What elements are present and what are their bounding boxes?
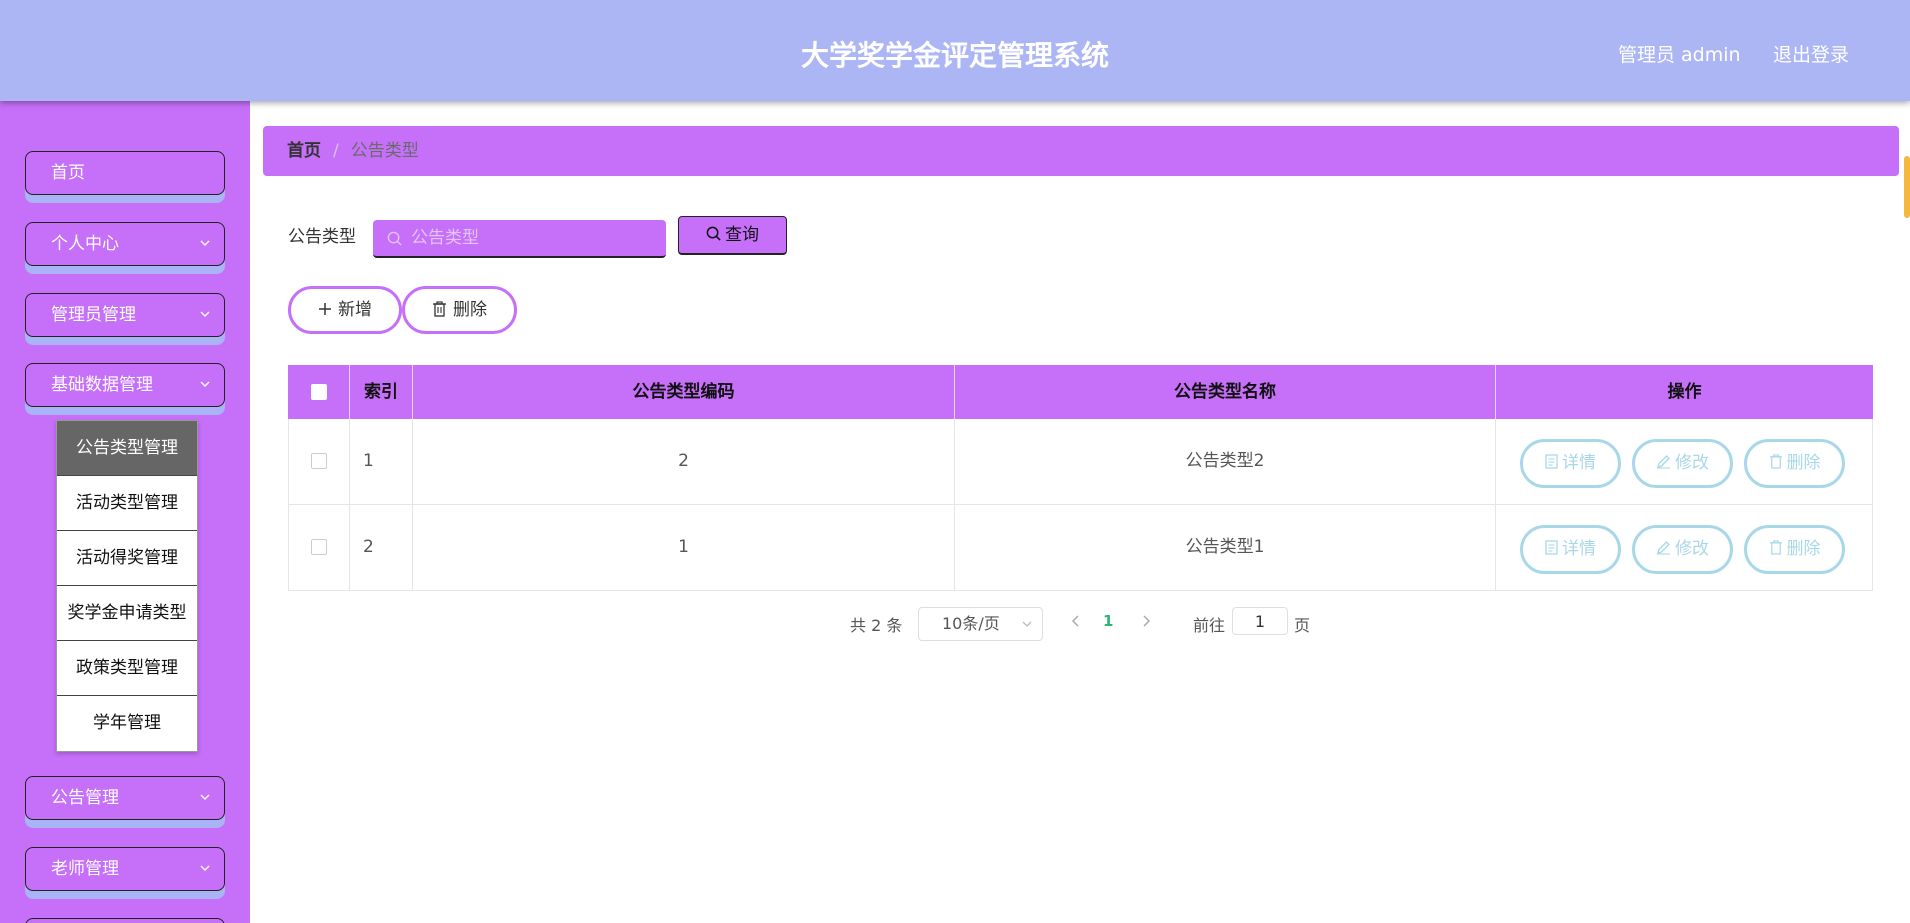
sidebar-item-label: 基础数据管理 <box>51 375 153 395</box>
row-actions-cell: 详情 修改 删除 <box>1496 505 1872 590</box>
delete-button[interactable]: 删除 <box>1744 525 1845 574</box>
breadcrumb-separator: / <box>333 141 339 161</box>
pagination-page-current[interactable]: 1 <box>1103 612 1113 630</box>
scrollbar-thumb[interactable] <box>1904 156 1910 218</box>
submenu-item-notice-type[interactable]: 公告类型管理 <box>57 421 197 476</box>
sidebar-item-label: 首页 <box>51 163 85 183</box>
breadcrumb-home-link[interactable]: 首页 <box>287 141 321 161</box>
plus-icon <box>319 302 331 315</box>
select-all-checkbox[interactable] <box>310 384 327 400</box>
document-icon <box>1545 540 1558 555</box>
table-row: 1 2 公告类型2 详情 修改 删除 <box>288 419 1873 505</box>
add-button-label: 新增 <box>338 300 372 320</box>
breadcrumb-current: 公告类型 <box>350 141 419 161</box>
search-input[interactable] <box>411 220 656 256</box>
sidebar-item-label: 公告管理 <box>51 788 119 808</box>
page-size-value: 10条/页 <box>942 614 1000 633</box>
submenu-item-activity-type[interactable]: 活动类型管理 <box>57 476 197 531</box>
sidebar-item-basic-data-management[interactable]: 基础数据管理 <box>25 363 225 407</box>
logout-button[interactable]: 退出登录 <box>1773 40 1849 67</box>
chevron-down-icon <box>1022 621 1032 627</box>
pagination-page-unit: 页 <box>1294 616 1311 635</box>
notice-type-table: 索引 公告类型编码 公告类型名称 操作 1 2 公告类型2 详情 修改 删除 2… <box>288 365 1873 591</box>
sidebar-item-label: 个人中心 <box>51 234 119 254</box>
detail-button[interactable]: 详情 <box>1520 525 1621 574</box>
row-index: 2 <box>350 505 413 590</box>
sidebar-item-label: 管理员管理 <box>51 305 136 325</box>
row-index: 1 <box>350 419 413 504</box>
column-header-name: 公告类型名称 <box>955 365 1496 419</box>
trash-icon <box>1769 454 1782 469</box>
delete-button-label: 删除 <box>1786 539 1821 559</box>
column-header-index: 索引 <box>350 365 413 419</box>
admin-label: 管理员 admin <box>1618 44 1741 66</box>
detail-button[interactable]: 详情 <box>1520 439 1621 488</box>
pagination-goto-input[interactable] <box>1232 607 1288 635</box>
pencil-icon <box>1657 455 1670 469</box>
sidebar-item-notice-management[interactable]: 公告管理 <box>25 776 225 820</box>
submenu-item-activity-award[interactable]: 活动得奖管理 <box>57 531 197 586</box>
search-label: 公告类型 <box>288 227 356 247</box>
sidebar-item-home[interactable]: 首页 <box>25 151 225 195</box>
row-actions-cell: 详情 修改 删除 <box>1496 419 1872 504</box>
table-row: 2 1 公告类型1 详情 修改 删除 <box>288 505 1873 591</box>
edit-button-label: 修改 <box>1675 539 1709 559</box>
add-button[interactable]: 新增 <box>288 286 402 334</box>
sidebar-item-personal-center[interactable]: 个人中心 <box>25 222 225 266</box>
submenu-item-academic-year[interactable]: 学年管理 <box>57 696 197 751</box>
sidebar-item-more[interactable] <box>25 918 225 923</box>
row-select-cell <box>289 419 350 504</box>
query-button-label: 查询 <box>725 225 759 245</box>
pagination-goto-label: 前往 <box>1193 616 1226 635</box>
row-checkbox[interactable] <box>311 539 327 555</box>
chevron-down-icon <box>200 794 210 800</box>
edit-button[interactable]: 修改 <box>1632 525 1733 574</box>
trash-icon <box>433 300 446 317</box>
detail-button-label: 详情 <box>1562 453 1596 473</box>
row-checkbox[interactable] <box>311 453 327 469</box>
chevron-down-icon <box>200 311 210 317</box>
basic-data-submenu: 公告类型管理 活动类型管理 活动得奖管理 奖学金申请类型 政策类型管理 学年管理 <box>56 420 198 752</box>
chevron-down-icon <box>200 865 210 871</box>
pencil-icon <box>1657 541 1670 555</box>
chevron-down-icon <box>200 381 210 387</box>
app-root: 大学奖学金评定管理系统 管理员 admin 退出登录 首页 个人中心 管理员管理… <box>0 0 1910 923</box>
delete-button-label: 删除 <box>1786 453 1821 473</box>
sidebar-item-teacher-management[interactable]: 老师管理 <box>25 847 225 891</box>
table-header: 索引 公告类型编码 公告类型名称 操作 <box>288 365 1873 419</box>
submenu-item-scholarship-application-type[interactable]: 奖学金申请类型 <box>57 586 197 641</box>
row-name: 公告类型1 <box>955 505 1496 590</box>
breadcrumb: 首页 / 公告类型 <box>263 126 1899 176</box>
query-button[interactable]: 查询 <box>678 216 787 255</box>
page-size-select[interactable]: 10条/页 <box>918 607 1043 641</box>
sidebar: 首页 个人中心 管理员管理 基础数据管理 公告类型管理 活动类型管理 活动得奖管… <box>0 101 250 923</box>
delete-button[interactable]: 删除 <box>1744 439 1845 488</box>
row-code: 1 <box>413 505 955 590</box>
select-all-cell <box>288 365 350 419</box>
row-select-cell <box>289 505 350 590</box>
chevron-down-icon <box>200 240 210 246</box>
search-input-wrapper <box>373 220 666 258</box>
document-icon <box>1545 454 1558 469</box>
submenu-item-policy-type[interactable]: 政策类型管理 <box>57 641 197 696</box>
trash-icon <box>1769 540 1782 555</box>
row-name: 公告类型2 <box>955 419 1496 504</box>
search-icon <box>387 231 402 246</box>
sidebar-item-admin-management[interactable]: 管理员管理 <box>25 293 225 337</box>
pagination-total: 共 2 条 <box>850 616 903 635</box>
column-header-code: 公告类型编码 <box>413 365 955 419</box>
chevron-left-icon[interactable] <box>1068 611 1082 631</box>
detail-button-label: 详情 <box>1562 539 1596 559</box>
batch-delete-button-label: 删除 <box>453 300 487 320</box>
chevron-right-icon[interactable] <box>1140 611 1154 631</box>
column-header-actions: 操作 <box>1667 382 1702 402</box>
edit-button-label: 修改 <box>1675 453 1709 473</box>
edit-button[interactable]: 修改 <box>1632 439 1733 488</box>
search-icon <box>706 226 721 241</box>
sidebar-item-label: 老师管理 <box>51 859 119 879</box>
batch-delete-button[interactable]: 删除 <box>402 286 517 334</box>
row-code: 2 <box>413 419 955 504</box>
top-header: 大学奖学金评定管理系统 管理员 admin 退出登录 <box>0 0 1910 101</box>
